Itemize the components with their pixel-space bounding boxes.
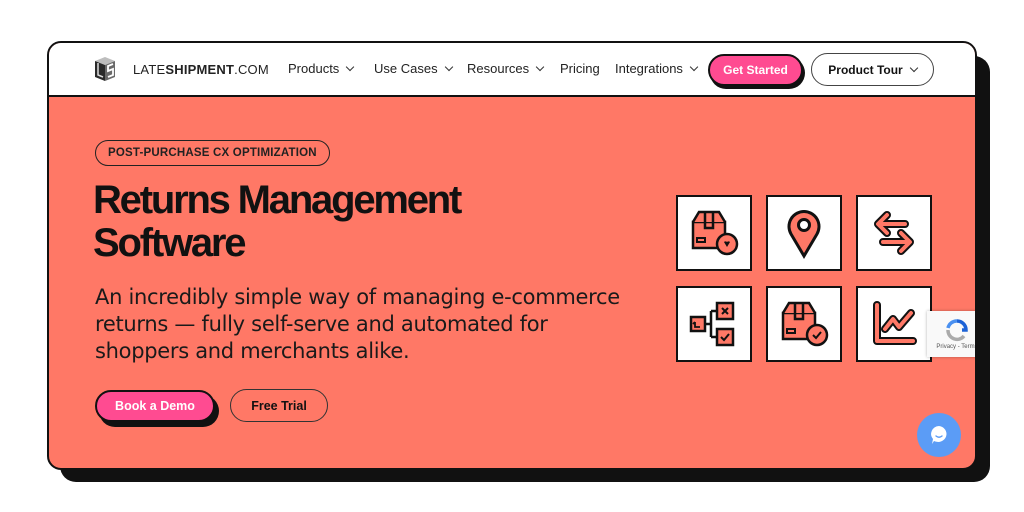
chevron-down-icon (535, 62, 545, 71)
nav-resources[interactable]: Resources (467, 61, 545, 76)
chat-launcher-button[interactable] (917, 413, 961, 457)
box-heart-return-icon (691, 210, 739, 256)
feature-tile (766, 195, 842, 271)
nav-label: Resources (467, 61, 530, 76)
nav-label: Use Cases (374, 61, 438, 76)
get-started-button[interactable]: Get Started (708, 54, 803, 86)
nav-integrations[interactable]: Integrations (615, 61, 699, 76)
nav-label: Products (288, 61, 340, 76)
title-line-1: Returns Management (93, 178, 462, 222)
brand-logo[interactable]: LATESHIPMENT.COM (93, 55, 269, 83)
feature-tile (676, 286, 752, 362)
trend-chart-icon (873, 301, 917, 345)
nav-pricing[interactable]: Pricing (560, 61, 600, 76)
nav-label: Pricing (560, 61, 600, 76)
location-pin-icon (787, 210, 821, 259)
hero-card: LATESHIPMENT.COM Products Use Cases Reso… (47, 41, 977, 470)
workflow-approve-reject-icon (689, 301, 735, 347)
feature-tile (766, 286, 842, 362)
title-line-2: Software (93, 221, 247, 265)
chat-bubble-icon (931, 426, 947, 444)
feature-tile (856, 286, 932, 362)
box-check-return-icon (781, 301, 829, 347)
product-tour-label: Product Tour (828, 62, 903, 77)
chevron-down-icon (689, 62, 699, 71)
chevron-down-icon (444, 62, 453, 71)
ls-cube-logo-icon (95, 57, 115, 81)
brand-name: LATESHIPMENT.COM (133, 61, 269, 77)
chevron-down-icon (909, 63, 918, 72)
feature-tile (676, 195, 752, 271)
product-tour-button[interactable]: Product Tour (811, 53, 934, 86)
nav-label: Integrations (615, 61, 683, 76)
nav-use-cases[interactable]: Use Cases (374, 61, 453, 76)
recaptcha-icon (946, 319, 968, 342)
recaptcha-badge[interactable]: Privacy - Terms (927, 311, 975, 357)
book-demo-button[interactable]: Book a Demo (95, 390, 215, 422)
exchange-arrows-icon (874, 211, 914, 255)
eyebrow-badge: POST-PURCHASE CX OPTIMIZATION (95, 140, 330, 166)
free-trial-button[interactable]: Free Trial (230, 389, 328, 422)
top-nav: LATESHIPMENT.COM Products Use Cases Reso… (49, 43, 975, 97)
hero-subtitle: An incredibly simple way of managing e-c… (95, 285, 620, 363)
feature-tile (856, 195, 932, 271)
chevron-down-icon (346, 62, 355, 71)
recaptcha-links[interactable]: Privacy - Terms (936, 344, 975, 350)
page-title: Returns Management Software (93, 179, 613, 265)
nav-products[interactable]: Products (288, 61, 355, 76)
